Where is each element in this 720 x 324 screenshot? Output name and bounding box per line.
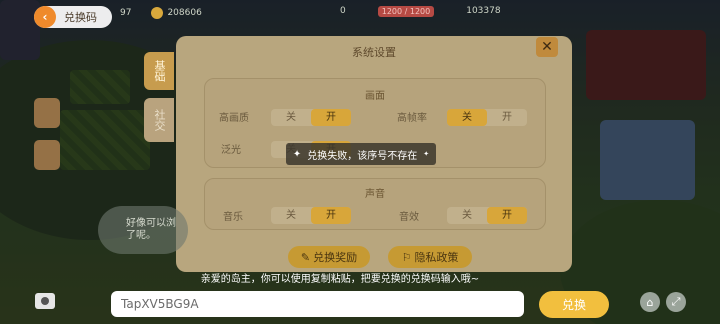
back-button[interactable]: ‹ 兑换码 bbox=[34, 6, 112, 28]
coin-display: 208606 bbox=[151, 7, 202, 19]
toast-text: 兑换失败，该序号不存在 bbox=[307, 150, 418, 162]
privacy-button[interactable]: ⚐ 隐私政策 bbox=[388, 246, 472, 268]
toggle-sfx[interactable]: 关 开 bbox=[447, 207, 527, 224]
row-label-quality: 高画质 bbox=[219, 113, 249, 124]
error-toast: ✦ 兑换失败，该序号不存在 ✦ bbox=[286, 143, 436, 165]
shield-icon: ⚐ bbox=[401, 250, 412, 264]
resource-bar-right: 0 1200 / 1200 103378 bbox=[340, 6, 501, 17]
toggle-off[interactable]: 关 bbox=[447, 207, 487, 224]
redeem-code-input[interactable] bbox=[111, 291, 524, 317]
book-icon bbox=[34, 140, 60, 170]
npc-bubble: 好像可以浏 了呢。 bbox=[98, 206, 188, 254]
level-display: 97 bbox=[120, 8, 132, 18]
toggle-off[interactable]: 关 bbox=[447, 109, 487, 126]
home-icon[interactable]: ⌂ bbox=[640, 292, 660, 312]
toggle-on[interactable]: 开 bbox=[487, 109, 527, 126]
coin-icon bbox=[151, 7, 164, 19]
quest-icon bbox=[34, 98, 60, 128]
stat-a: 0 bbox=[340, 6, 346, 16]
graphics-section-title: 画面 bbox=[365, 91, 385, 102]
fullscreen-icon[interactable]: ⤢ bbox=[666, 292, 686, 312]
toggle-music[interactable]: 关 开 bbox=[271, 207, 351, 224]
redeem-rewards-button[interactable]: ✎ 兑换奖励 bbox=[288, 246, 370, 268]
bubble-line-1: 好像可以浏 bbox=[126, 218, 176, 229]
sparkle-icon: ✦ bbox=[292, 148, 302, 160]
sound-section-title: 声音 bbox=[365, 189, 385, 200]
gem-count: 103378 bbox=[466, 6, 501, 16]
back-label: 兑换码 bbox=[64, 11, 97, 24]
redeem-hint: 亲爱的岛主，你可以使用复制粘贴，把要兑换的兑换码输入哦~ bbox=[200, 274, 480, 285]
toggle-on[interactable]: 开 bbox=[311, 109, 351, 126]
row-label-framerate: 高帧率 bbox=[397, 113, 427, 124]
toggle-on[interactable]: 开 bbox=[487, 207, 527, 224]
dialog-title: 系统设置 bbox=[352, 46, 396, 59]
sparkle-small-icon: ✦ bbox=[423, 150, 430, 158]
tab-basic[interactable]: 基础 bbox=[144, 52, 174, 90]
toggle-off[interactable]: 关 bbox=[271, 109, 311, 126]
redeem-rewards-label: 兑换奖励 bbox=[313, 251, 358, 264]
toggle-off[interactable]: 关 bbox=[271, 207, 311, 224]
toggle-quality[interactable]: 关 开 bbox=[271, 109, 351, 126]
sound-panel: 声音 音乐 关 开 音效 关 开 bbox=[204, 178, 546, 230]
camera-icon[interactable] bbox=[35, 293, 55, 309]
row-label-music: 音乐 bbox=[223, 212, 243, 223]
redeem-button[interactable]: 兑换 bbox=[539, 291, 609, 318]
row-label-bloom: 泛光 bbox=[221, 145, 241, 156]
close-button[interactable]: ✕ bbox=[536, 37, 558, 57]
toggle-framerate[interactable]: 关 开 bbox=[447, 109, 527, 126]
energy-badge: 1200 / 1200 bbox=[377, 6, 435, 17]
toggle-on[interactable]: 开 bbox=[311, 207, 351, 224]
back-arrow-icon: ‹ bbox=[34, 6, 56, 28]
tab-social[interactable]: 社交 bbox=[144, 98, 174, 142]
row-label-sfx: 音效 bbox=[399, 212, 419, 223]
privacy-label: 隐私政策 bbox=[414, 251, 459, 264]
gift-icon: ✎ bbox=[300, 250, 311, 264]
bubble-line-2: 了呢。 bbox=[126, 230, 156, 241]
